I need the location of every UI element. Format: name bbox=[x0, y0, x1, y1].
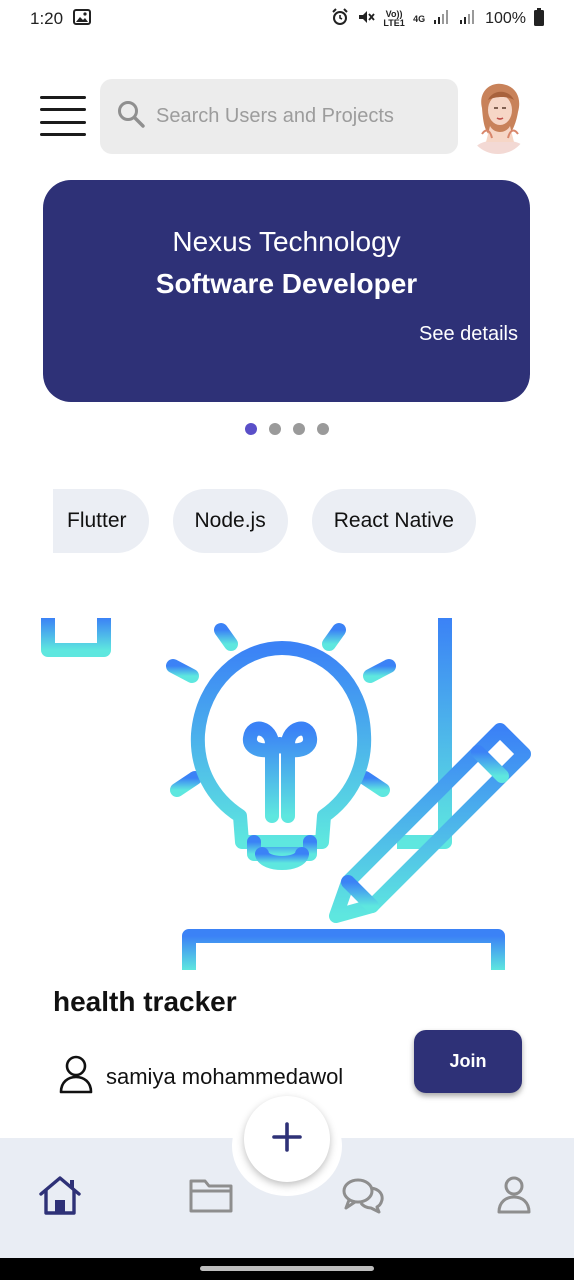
nav-projects[interactable] bbox=[186, 1172, 236, 1222]
alarm-icon bbox=[331, 7, 349, 31]
status-time: 1:20 bbox=[30, 9, 64, 28]
hamburger-menu-icon[interactable] bbox=[40, 96, 86, 136]
user-icon bbox=[58, 1054, 94, 1099]
see-details-link[interactable]: See details bbox=[419, 323, 518, 346]
top-bar bbox=[40, 78, 534, 154]
nav-profile[interactable] bbox=[489, 1172, 539, 1222]
gallery-notification-icon bbox=[73, 8, 92, 30]
carousel-dot-2[interactable] bbox=[269, 423, 281, 435]
battery-level: 100% bbox=[485, 10, 526, 27]
search-icon bbox=[116, 99, 146, 134]
nav-chats[interactable] bbox=[338, 1172, 388, 1222]
home-icon bbox=[37, 1174, 83, 1221]
nav-home[interactable] bbox=[35, 1172, 85, 1222]
network-type: 4G bbox=[413, 13, 426, 24]
gesture-handle[interactable] bbox=[200, 1266, 374, 1271]
carousel-dot-3[interactable] bbox=[293, 423, 305, 435]
featured-job-banner[interactable]: Nexus Technology Software Developer See … bbox=[43, 180, 530, 402]
search-bar[interactable] bbox=[100, 78, 458, 154]
folder-icon bbox=[188, 1176, 234, 1219]
lightbulb-pencil-idea-illustration bbox=[40, 611, 534, 970]
banner-role: Software Developer bbox=[155, 268, 418, 299]
profile-icon bbox=[496, 1175, 532, 1220]
signal-icon bbox=[433, 9, 451, 30]
owner-name: samiya mohammedawol bbox=[106, 1063, 344, 1089]
signal-icon-2 bbox=[459, 9, 477, 30]
status-bar: 1:20 Vo)) LTE1 4G 100% bbox=[0, 0, 574, 38]
project-title[interactable]: health tracker bbox=[53, 986, 237, 1018]
project-owner[interactable]: samiya mohammedawol bbox=[58, 1054, 343, 1099]
search-input[interactable] bbox=[156, 104, 446, 128]
chip-flutter[interactable]: Flutter bbox=[53, 489, 149, 553]
avatar[interactable] bbox=[468, 78, 528, 154]
volte-indicator: Vo)) LTE1 bbox=[383, 9, 405, 28]
carousel-dot-4[interactable] bbox=[317, 423, 329, 435]
plus-icon bbox=[272, 1121, 302, 1157]
system-navigation-bar bbox=[0, 1258, 574, 1280]
add-project-button[interactable] bbox=[244, 1096, 330, 1182]
chip-nodejs[interactable]: Node.js bbox=[172, 489, 288, 553]
battery-icon bbox=[534, 7, 544, 31]
chip-react-native[interactable]: React Native bbox=[311, 489, 476, 553]
join-button[interactable]: Join bbox=[414, 1030, 522, 1093]
skill-chips[interactable]: Flutter Node.js React Native bbox=[53, 489, 522, 553]
chat-icon bbox=[341, 1176, 385, 1219]
carousel-dot-1[interactable] bbox=[245, 423, 257, 435]
banner-company: Nexus Technology bbox=[172, 226, 401, 257]
carousel-indicator bbox=[0, 423, 574, 435]
mute-icon bbox=[357, 8, 375, 31]
